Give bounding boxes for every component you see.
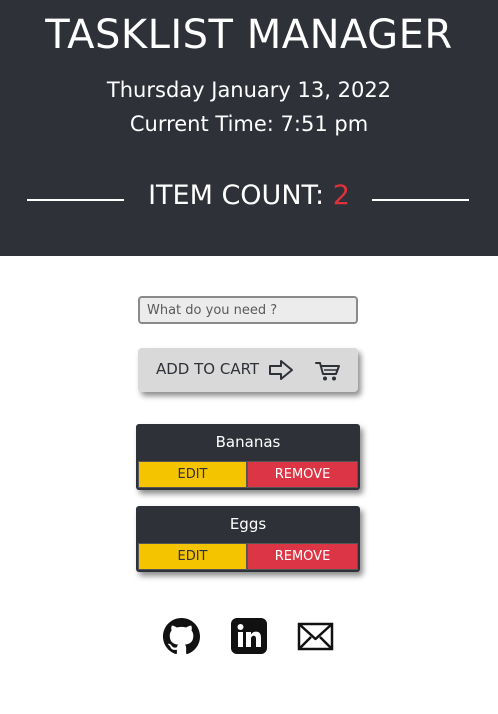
current-time: Current Time: 7:51 pm [129,112,369,136]
list-item: Eggs EDIT REMOVE [136,506,360,572]
github-icon[interactable] [163,618,200,659]
linkedin-icon[interactable] [231,618,267,658]
item-count: ITEM COUNT: 2 [0,180,498,211]
add-to-cart-label: ADD TO CART [156,360,260,378]
list-item: Bananas EDIT REMOVE [136,424,360,490]
mail-icon[interactable] [297,618,334,659]
app-title: TASKLIST MANAGER [45,12,453,58]
current-date: Thursday January 13, 2022 [106,78,392,102]
divider-right [372,199,469,201]
item-count-value: 2 [332,180,350,211]
item-count-row: ITEM COUNT: 2 [0,180,498,220]
edit-button[interactable]: EDIT [138,543,247,570]
item-name: Eggs [229,515,267,533]
remove-button[interactable]: REMOVE [247,461,358,488]
header: TASKLIST MANAGER Thursday January 13, 20… [0,0,498,256]
add-to-cart-button[interactable]: ADD TO CART [138,348,358,392]
remove-button[interactable]: REMOVE [247,543,358,570]
item-name: Bananas [215,433,281,451]
arrow-right-icon [268,359,294,385]
item-count-label: ITEM COUNT: [148,180,333,211]
edit-button[interactable]: EDIT [138,461,247,488]
cart-icon [315,360,341,386]
item-input[interactable] [138,296,358,324]
